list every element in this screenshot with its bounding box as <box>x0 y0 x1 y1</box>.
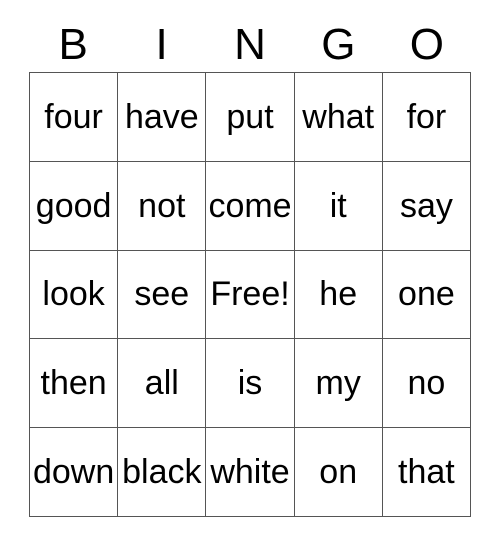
bingo-cell-g3[interactable]: he <box>294 250 383 340</box>
bingo-cell-i2[interactable]: not <box>118 161 207 251</box>
bingo-header-letter-b: B <box>58 20 88 69</box>
bingo-cell-label: that <box>398 453 455 492</box>
bingo-header-letter-g: G <box>321 20 356 69</box>
bingo-free-space-label: Free! <box>210 275 290 314</box>
bingo-card: B I N G O four have put what for good no… <box>29 0 472 517</box>
bingo-cell-g4[interactable]: my <box>294 339 383 429</box>
bingo-cell-n2[interactable]: come <box>206 161 295 251</box>
bingo-cell-label: good <box>35 186 112 225</box>
bingo-cell-o2[interactable]: say <box>382 161 472 251</box>
bingo-cell-label: have <box>124 97 199 136</box>
bingo-cell-label: it <box>329 186 347 225</box>
bingo-cell-label: put <box>226 97 274 136</box>
bingo-cell-n4[interactable]: is <box>206 339 295 429</box>
bingo-cell-o5[interactable]: that <box>382 428 472 517</box>
bingo-cell-label: what <box>302 97 375 136</box>
bingo-cell-i5[interactable]: black <box>118 428 207 517</box>
bingo-row-3: look see Free! he one <box>30 250 472 340</box>
bingo-cell-label: down <box>32 453 115 492</box>
bingo-cell-label: my <box>315 364 361 403</box>
bingo-cell-label: say <box>399 186 453 225</box>
bingo-cell-i1[interactable]: have <box>118 73 207 162</box>
bingo-cell-label: black <box>122 453 202 492</box>
bingo-cell-b1[interactable]: four <box>30 73 119 162</box>
bingo-cell-label: all <box>144 364 179 403</box>
bingo-header-letter-i: I <box>155 20 168 69</box>
bingo-header-row: B I N G O <box>29 0 471 72</box>
bingo-cell-label: four <box>44 97 103 136</box>
bingo-cell-label: look <box>42 275 105 314</box>
bingo-cell-label: on <box>319 453 358 492</box>
bingo-cell-o3[interactable]: one <box>382 250 472 340</box>
bingo-row-4: then all is my no <box>30 339 472 429</box>
bingo-grid: four have put what for good not come it … <box>29 72 472 517</box>
bingo-cell-label: not <box>138 186 186 225</box>
bingo-header-letter-o: O <box>409 20 444 69</box>
bingo-cell-g5[interactable]: on <box>294 428 383 517</box>
bingo-cell-label: see <box>134 275 190 314</box>
bingo-cell-b5[interactable]: down <box>30 428 119 517</box>
bingo-cell-n5[interactable]: white <box>206 428 295 517</box>
bingo-cell-i3[interactable]: see <box>118 250 207 340</box>
bingo-cell-label: come <box>208 186 292 225</box>
bingo-cell-label: then <box>40 364 107 403</box>
bingo-cell-o1[interactable]: for <box>382 73 472 162</box>
bingo-row-5: down black white on that <box>30 428 472 517</box>
bingo-cell-n1[interactable]: put <box>206 73 295 162</box>
bingo-cell-b4[interactable]: then <box>30 339 119 429</box>
bingo-cell-i4[interactable]: all <box>118 339 207 429</box>
bingo-cell-label: one <box>398 275 455 314</box>
bingo-header-letter-n: N <box>234 20 266 69</box>
bingo-row-1: four have put what for <box>30 73 472 162</box>
bingo-cell-b2[interactable]: good <box>30 161 119 251</box>
bingo-cell-o4[interactable]: no <box>382 339 472 429</box>
bingo-cell-label: white <box>210 453 290 492</box>
bingo-cell-free-space[interactable]: Free! <box>206 250 295 340</box>
bingo-cell-g1[interactable]: what <box>294 73 383 162</box>
bingo-cell-g2[interactable]: it <box>294 161 383 251</box>
bingo-cell-b3[interactable]: look <box>30 250 119 340</box>
bingo-cell-label: for <box>406 97 447 136</box>
bingo-cell-label: he <box>319 275 358 314</box>
bingo-cell-label: no <box>407 364 446 403</box>
bingo-row-2: good not come it say <box>30 161 472 251</box>
bingo-cell-label: is <box>237 364 263 403</box>
